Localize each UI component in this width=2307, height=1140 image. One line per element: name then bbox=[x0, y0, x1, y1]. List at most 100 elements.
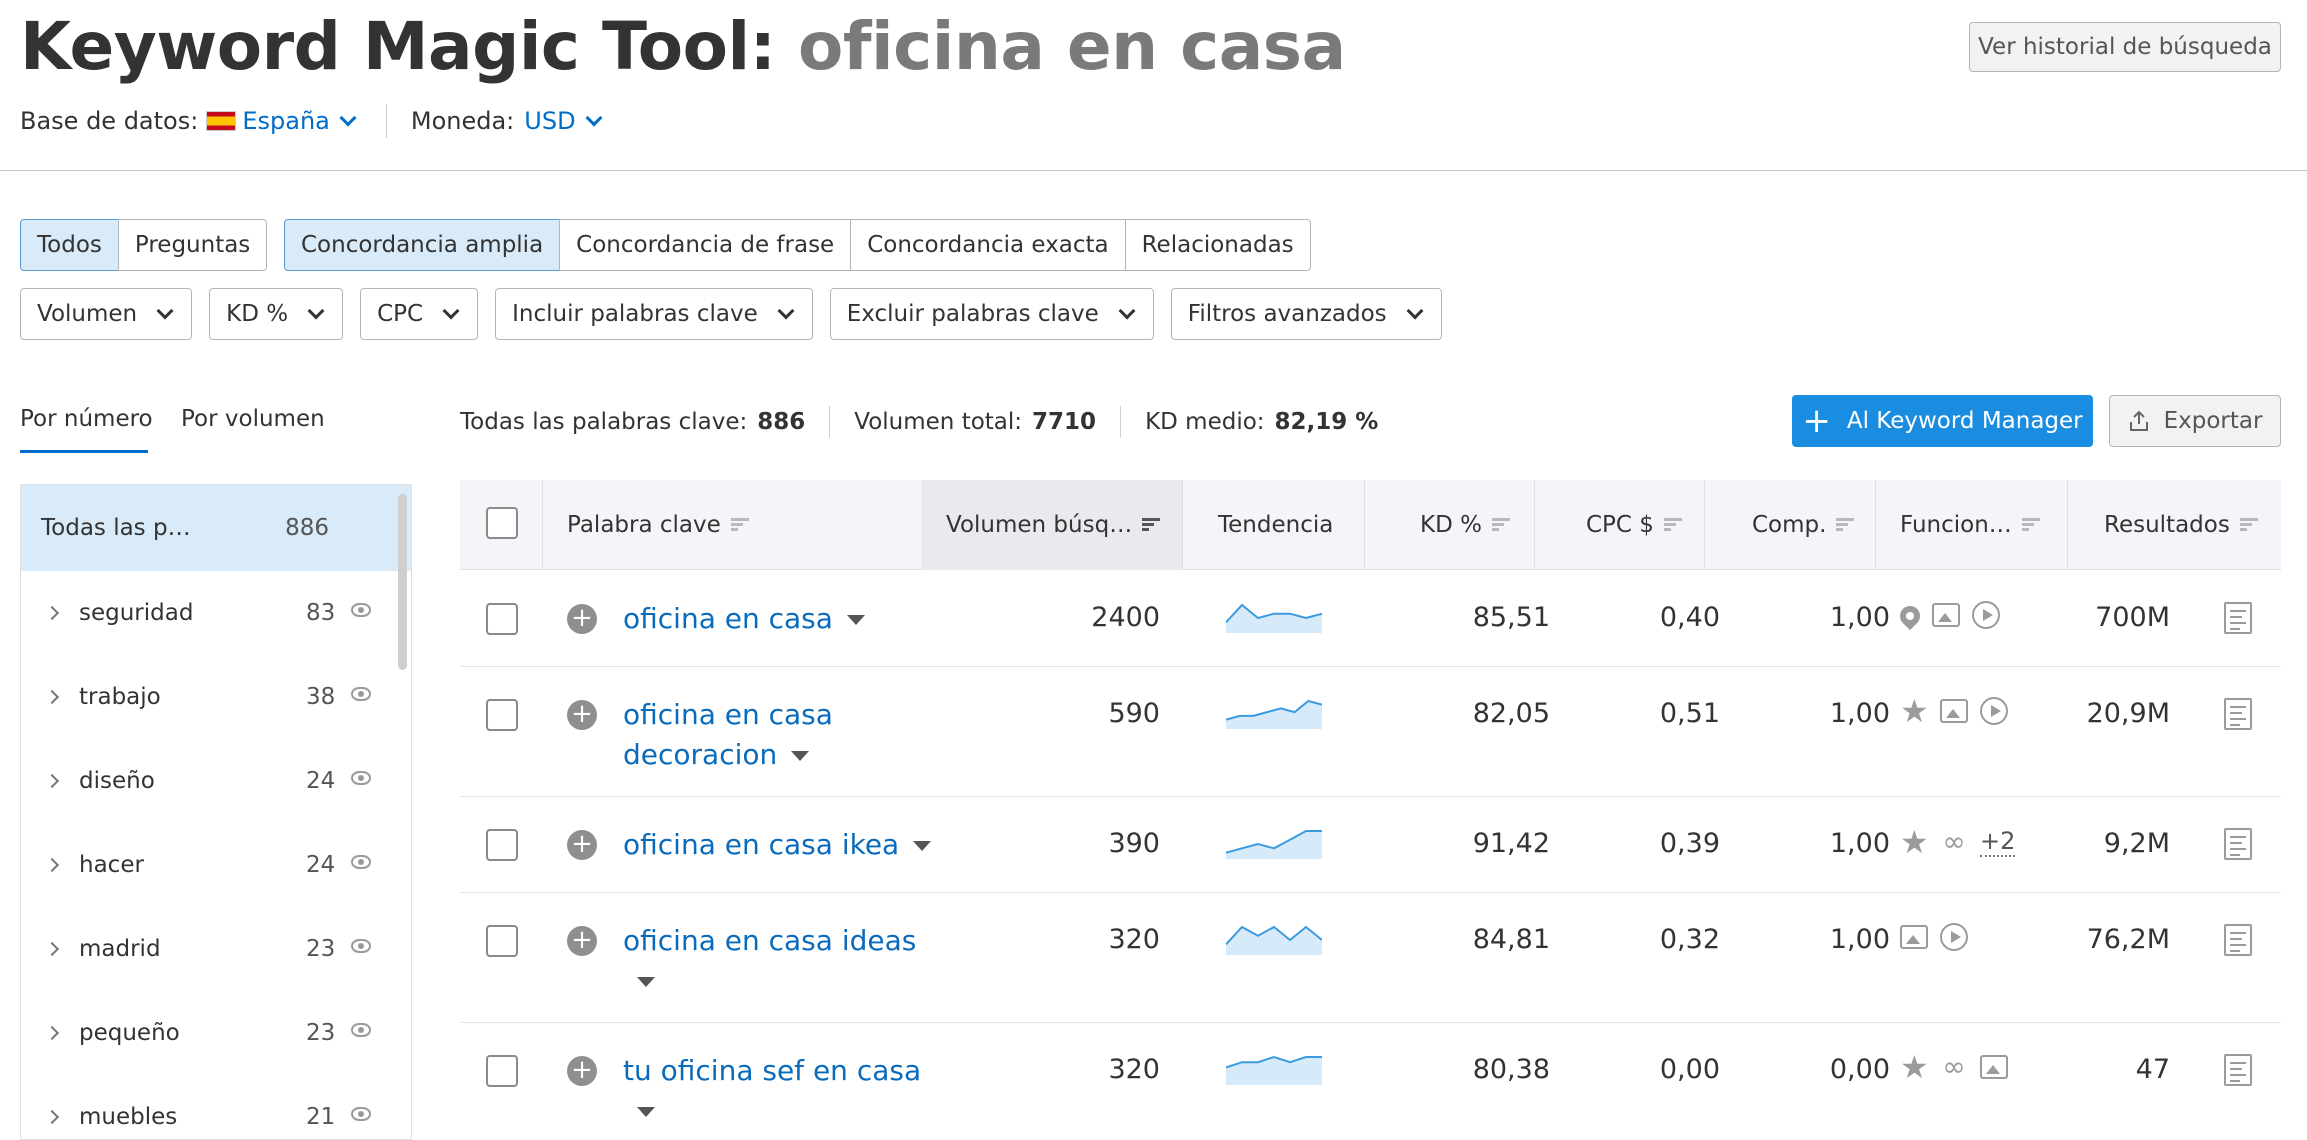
column-serp-features[interactable]: Funcion… bbox=[1900, 480, 2040, 570]
row-checkbox[interactable] bbox=[486, 699, 518, 731]
sidebar-item[interactable]: trabajo 38 bbox=[21, 655, 411, 739]
star-icon[interactable]: ★ bbox=[1900, 695, 1929, 727]
eye-icon[interactable] bbox=[351, 939, 371, 953]
add-keyword-icon[interactable]: + bbox=[567, 700, 597, 730]
serp-snapshot-icon[interactable] bbox=[2224, 602, 2252, 634]
row-checkbox[interactable] bbox=[486, 925, 518, 957]
chevron-right-icon[interactable] bbox=[44, 1025, 60, 1041]
chevron-right-icon[interactable] bbox=[44, 689, 60, 705]
sidebar-item[interactable]: hacer 24 bbox=[21, 823, 411, 907]
keyword-manager-button[interactable]: + Al Keyword Manager bbox=[1792, 395, 2093, 447]
filter-include-keywords[interactable]: Incluir palabras clave bbox=[495, 288, 813, 340]
search-history-button[interactable]: Ver historial de búsqueda bbox=[1969, 22, 2281, 72]
keyword-text[interactable]: tu oficina sef en casa bbox=[623, 1054, 921, 1087]
caret-down-icon[interactable] bbox=[846, 615, 865, 625]
sort-icon[interactable] bbox=[1142, 518, 1161, 532]
tab-phrase-match[interactable]: Concordancia de frase bbox=[559, 219, 852, 271]
sort-icon[interactable] bbox=[1663, 518, 1682, 532]
database-select[interactable]: España bbox=[242, 107, 330, 135]
image-icon[interactable] bbox=[1980, 1055, 2008, 1079]
eye-icon[interactable] bbox=[351, 1107, 371, 1121]
sort-icon[interactable] bbox=[1491, 518, 1510, 532]
add-keyword-icon[interactable]: + bbox=[567, 830, 597, 860]
keyword-link[interactable]: tu oficina sef en casa bbox=[623, 1051, 953, 1131]
more-features-link[interactable]: +2 bbox=[1980, 827, 2016, 857]
column-volume[interactable]: Volumen búsq… bbox=[946, 480, 1161, 570]
keyword-link[interactable]: oficina en casa ideas bbox=[623, 921, 923, 1001]
eye-icon[interactable] bbox=[351, 687, 371, 701]
caret-down-icon[interactable] bbox=[637, 1107, 655, 1117]
add-keyword-icon[interactable]: + bbox=[567, 604, 597, 634]
tab-by-volume[interactable]: Por volumen bbox=[181, 406, 325, 432]
link-icon[interactable]: ∞ bbox=[1940, 1053, 1968, 1081]
row-checkbox[interactable] bbox=[486, 603, 518, 635]
video-icon[interactable] bbox=[1980, 697, 2008, 725]
image-icon[interactable] bbox=[1940, 699, 1968, 723]
sort-icon[interactable] bbox=[1836, 518, 1855, 532]
tab-exact-match[interactable]: Concordancia exacta bbox=[850, 219, 1126, 271]
pin-icon[interactable] bbox=[1895, 601, 1925, 631]
row-checkbox[interactable] bbox=[486, 829, 518, 861]
chevron-right-icon[interactable] bbox=[44, 773, 60, 789]
chevron-right-icon[interactable] bbox=[44, 1109, 60, 1125]
serp-snapshot-icon[interactable] bbox=[2224, 698, 2252, 730]
star-icon[interactable]: ★ bbox=[1900, 826, 1929, 858]
serp-snapshot-icon[interactable] bbox=[2224, 924, 2252, 956]
add-keyword-icon[interactable]: + bbox=[567, 1056, 597, 1086]
eye-icon[interactable] bbox=[351, 771, 371, 785]
image-icon[interactable] bbox=[1932, 603, 1960, 627]
sort-icon[interactable] bbox=[2021, 518, 2040, 532]
caret-down-icon[interactable] bbox=[791, 751, 810, 761]
filter-volume[interactable]: Volumen bbox=[20, 288, 193, 340]
keyword-link[interactable]: oficina en casa decoracion bbox=[623, 695, 853, 775]
chevron-right-icon[interactable] bbox=[44, 941, 60, 957]
sidebar-item[interactable]: madrid 23 bbox=[21, 907, 411, 991]
sort-icon[interactable] bbox=[2239, 518, 2258, 532]
add-keyword-icon[interactable]: + bbox=[567, 926, 597, 956]
star-icon[interactable]: ★ bbox=[1900, 1051, 1929, 1083]
keyword-text[interactable]: oficina en casa ikea bbox=[623, 828, 899, 861]
filter-exclude-keywords[interactable]: Excluir palabras clave bbox=[829, 288, 1154, 340]
keyword-text[interactable]: oficina en casa bbox=[623, 602, 833, 635]
sidebar-scrollbar[interactable] bbox=[398, 494, 407, 670]
tab-by-number[interactable]: Por número bbox=[20, 406, 153, 432]
row-checkbox[interactable] bbox=[486, 1055, 518, 1087]
filter-cpc[interactable]: CPC bbox=[360, 288, 479, 340]
export-button[interactable]: Exportar bbox=[2109, 395, 2281, 447]
sort-icon[interactable] bbox=[730, 518, 749, 532]
column-cpc[interactable]: CPC $ bbox=[1586, 480, 1682, 570]
chevron-right-icon[interactable] bbox=[44, 605, 60, 621]
sidebar-item-all[interactable]: Todas las p… 886 bbox=[21, 485, 411, 571]
tab-related[interactable]: Relacionadas bbox=[1124, 219, 1311, 271]
sidebar-item[interactable]: muebles 21 bbox=[21, 1075, 411, 1139]
column-results[interactable]: Resultados bbox=[2104, 480, 2258, 570]
image-icon[interactable] bbox=[1900, 925, 1928, 949]
sidebar-item[interactable]: pequeño 23 bbox=[21, 991, 411, 1075]
keyword-text[interactable]: oficina en casa ideas bbox=[623, 924, 916, 957]
column-competition[interactable]: Comp. bbox=[1752, 480, 1855, 570]
tab-preguntas[interactable]: Preguntas bbox=[117, 219, 268, 271]
sidebar-item[interactable]: diseño 24 bbox=[21, 739, 411, 823]
caret-down-icon[interactable] bbox=[637, 977, 655, 987]
column-keyword[interactable]: Palabra clave bbox=[567, 480, 749, 570]
filter-advanced[interactable]: Filtros avanzados bbox=[1170, 288, 1442, 340]
serp-snapshot-icon[interactable] bbox=[2224, 1054, 2252, 1086]
tab-todos[interactable]: Todos bbox=[20, 219, 119, 271]
video-icon[interactable] bbox=[1940, 923, 1968, 951]
filter-kd[interactable]: KD % bbox=[209, 288, 344, 340]
eye-icon[interactable] bbox=[351, 1023, 371, 1037]
keyword-link[interactable]: oficina en casa bbox=[623, 599, 953, 639]
caret-down-icon[interactable] bbox=[913, 841, 932, 851]
currency-select[interactable]: USD bbox=[524, 107, 575, 135]
chevron-right-icon[interactable] bbox=[44, 857, 60, 873]
eye-icon[interactable] bbox=[351, 855, 371, 869]
video-icon[interactable] bbox=[1972, 601, 2000, 629]
select-all-checkbox[interactable] bbox=[486, 507, 518, 539]
link-icon[interactable]: ∞ bbox=[1940, 828, 1968, 856]
keyword-link[interactable]: oficina en casa ikea bbox=[623, 825, 953, 865]
eye-icon[interactable] bbox=[351, 603, 371, 617]
column-kd[interactable]: KD % bbox=[1420, 480, 1510, 570]
sidebar-item[interactable]: seguridad 83 bbox=[21, 571, 411, 655]
tab-broad-match[interactable]: Concordancia amplia bbox=[284, 219, 561, 271]
chevron-down-icon[interactable] bbox=[339, 109, 357, 127]
